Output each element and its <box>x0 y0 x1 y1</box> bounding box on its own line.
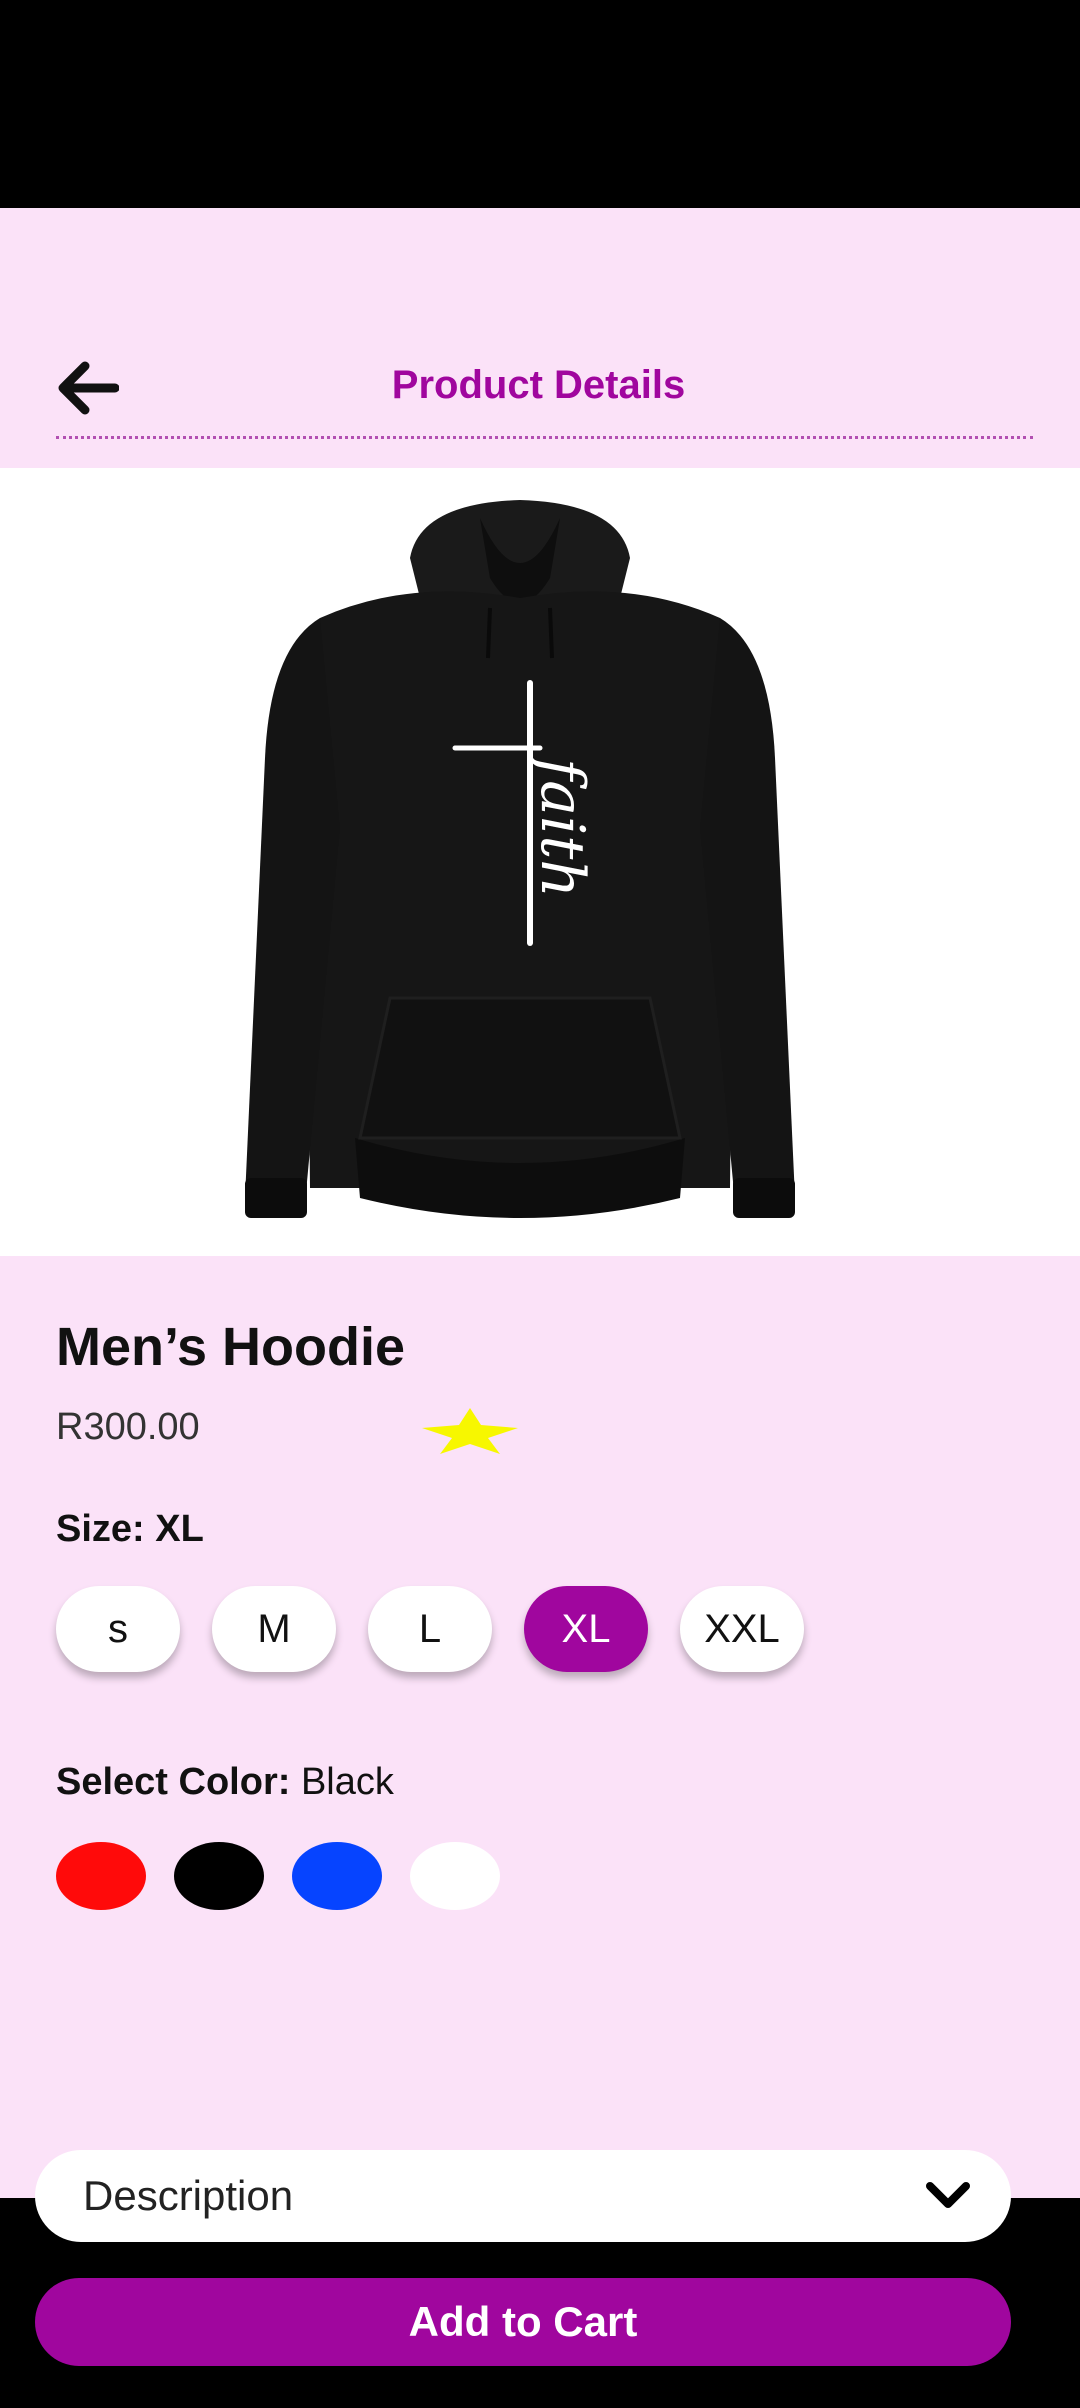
product-details-screen: Product Details faith Men’s Hoodie R300.… <box>0 208 1080 2366</box>
hoodie-print-text: faith <box>527 754 597 898</box>
product-image: faith <box>0 468 1080 1256</box>
color-swatch-blue[interactable] <box>292 1842 382 1910</box>
page-title: Product Details <box>391 363 686 407</box>
add-to-cart-button[interactable]: Add to Cart <box>35 2278 1011 2366</box>
description-dropdown[interactable]: Description <box>35 2150 1011 2242</box>
description-label: Description <box>83 2172 294 2219</box>
size-option-l[interactable]: L <box>368 1586 492 1672</box>
size-label: Size: XL <box>56 1508 204 1550</box>
size-option-s[interactable]: s <box>56 1586 180 1672</box>
size-option-m[interactable]: M <box>212 1586 336 1672</box>
color-swatch-black[interactable] <box>174 1842 264 1910</box>
color-swatch-red[interactable] <box>56 1842 146 1910</box>
color-swatch-white[interactable] <box>410 1842 500 1910</box>
color-label: Select Color: Black <box>56 1761 394 1804</box>
product-name: Men’s Hoodie <box>56 1317 406 1377</box>
size-option-xl[interactable]: XL <box>524 1586 648 1672</box>
star-icon <box>422 1408 518 1454</box>
header-divider <box>56 436 1033 439</box>
header: Product Details <box>0 208 1080 468</box>
product-price: R300.00 <box>56 1406 200 1448</box>
color-label-title: Select Color: <box>56 1761 291 1803</box>
hoodie-image: faith <box>245 500 795 1218</box>
size-option-xxl[interactable]: XXL <box>680 1586 804 1672</box>
color-label-value: Black <box>290 1761 394 1803</box>
chevron-down-icon <box>926 2182 970 2208</box>
